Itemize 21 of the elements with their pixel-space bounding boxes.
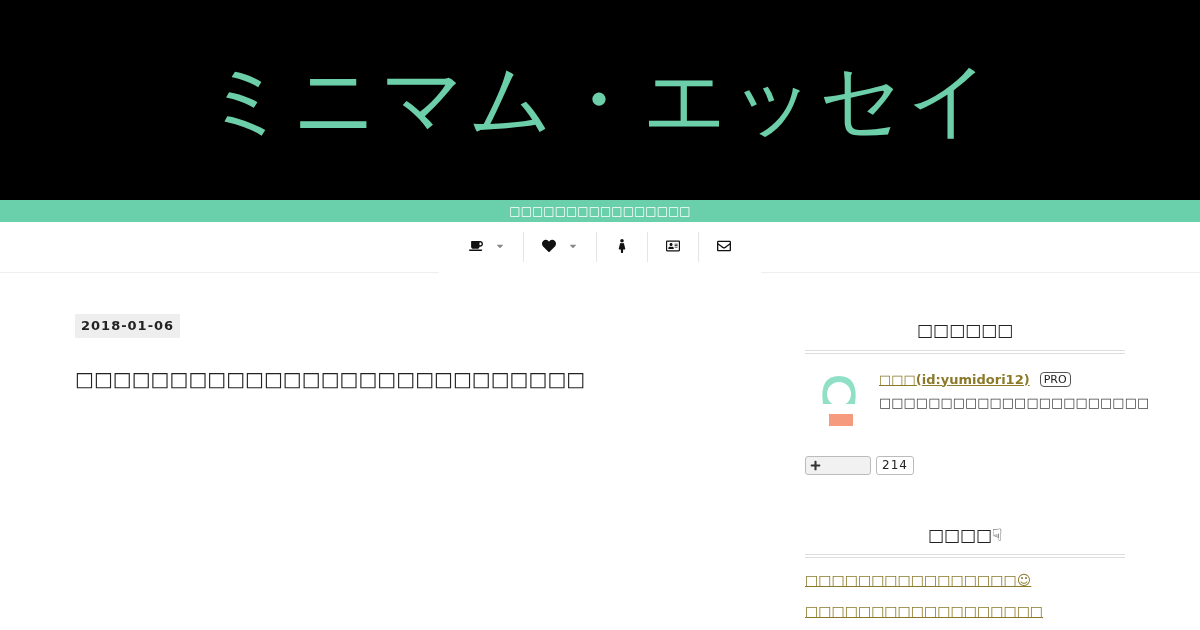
plus-icon: [810, 459, 821, 471]
post-date: 2018-01-06: [75, 314, 181, 338]
cup-icon: [469, 239, 483, 253]
follow-button[interactable]: [805, 455, 871, 475]
sidebar-heading: □□□□□□: [805, 313, 1125, 354]
author-link[interactable]: □□□(id:yumidori12): [879, 369, 1030, 389]
sidebar-heading: □□□□☟: [805, 522, 1125, 558]
featured-link[interactable]: □□□□□□□□□□□□□□□□☺: [805, 570, 1125, 591]
heart-icon: [542, 239, 556, 253]
follower-count: 214: [876, 455, 914, 475]
pro-badge: PRO: [1039, 371, 1071, 387]
nav-menu-button[interactable]: [666, 239, 680, 253]
nav-menu-button[interactable]: [717, 239, 731, 253]
site-tagline: □□□□□□□□□□□□□□□□: [509, 203, 691, 220]
author-description: □□□□□□□□□□□□□□□□□□□□□□: [879, 394, 1150, 412]
featured-link[interactable]: □□□□□□□□□□□□□□□□□□: [805, 601, 1125, 622]
post-title[interactable]: □□□□□□□□□□□□□□□□□□□□□□□□□□□: [75, 363, 675, 394]
nav-menu-button[interactable]: [469, 239, 505, 253]
envelope-icon: [717, 239, 731, 253]
nav-menu-button[interactable]: [542, 239, 578, 253]
id-card-icon: [666, 239, 680, 253]
